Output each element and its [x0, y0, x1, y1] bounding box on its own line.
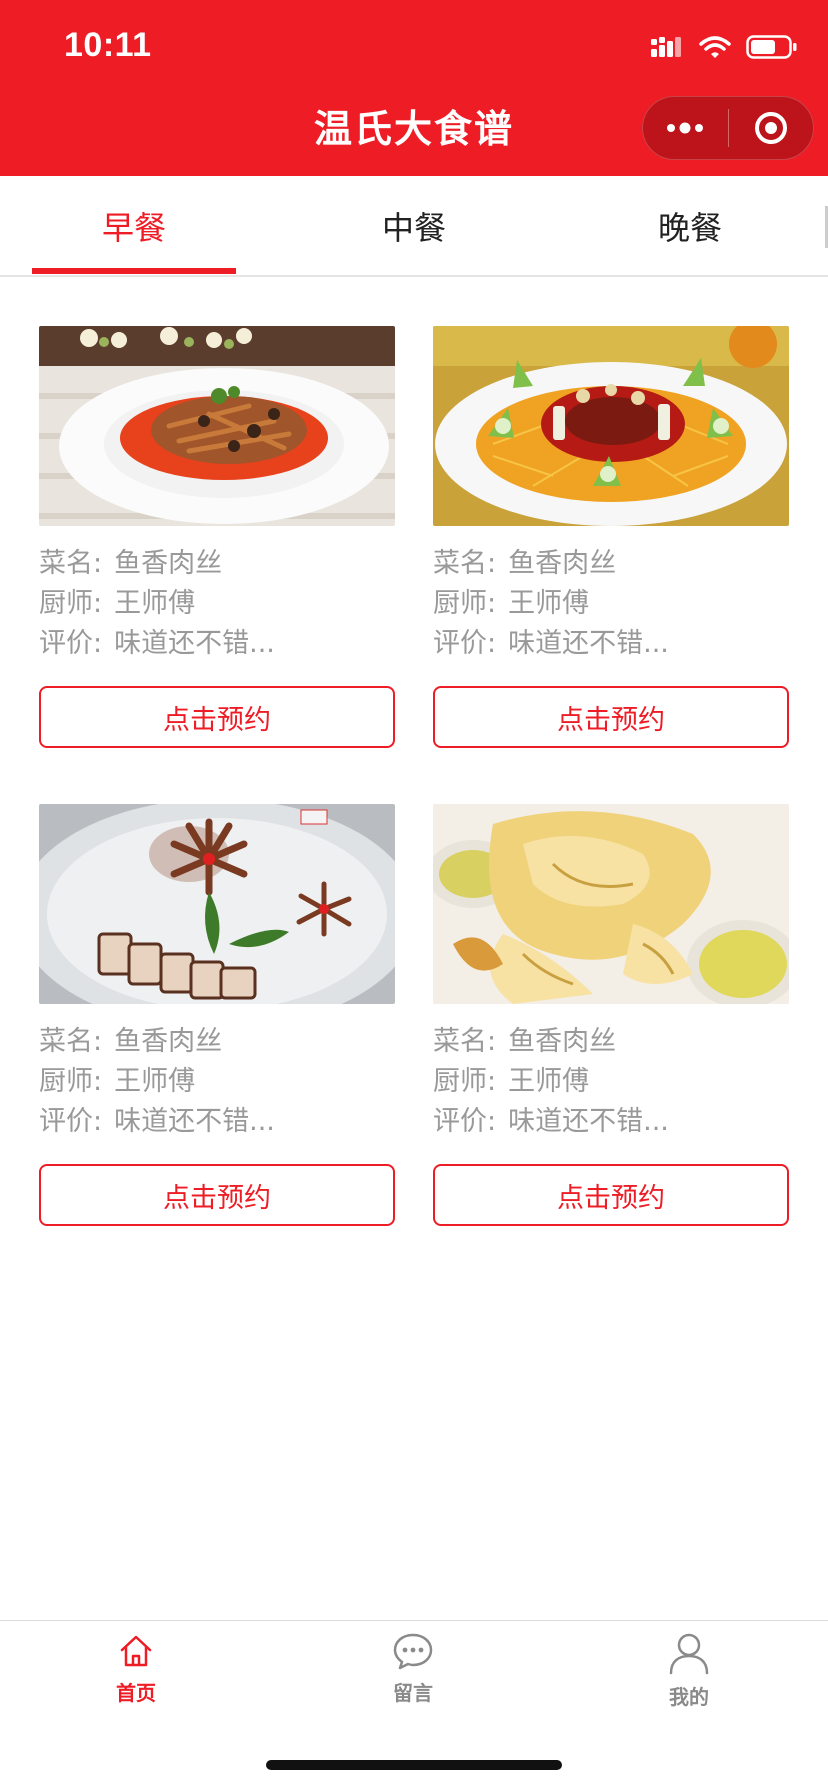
reserve-button[interactable]: 点击预约 [433, 686, 789, 748]
nav-header: 10:11 温氏大食谱 [0, 0, 828, 176]
home-icon [120, 1635, 152, 1667]
reserve-button[interactable]: 点击预约 [39, 1164, 395, 1226]
dish-photo [39, 804, 395, 1004]
rating-label: 评价: [39, 628, 103, 659]
tabbar-item-profile[interactable]: 我的 [629, 1631, 749, 1710]
rating-label: 评价: [433, 1106, 497, 1137]
dish-card: 菜名: 鱼香肉丝 厨师: 王师傅 评价: 味道还不错... 点击预约 [39, 326, 395, 748]
dish-info: 菜名: 鱼香肉丝 厨师: 王师傅 评价: 味道还不错... [39, 1022, 395, 1142]
rating-text: 味道还不错... [508, 628, 669, 659]
meal-tabs: 早餐 中餐 晚餐 [0, 176, 828, 277]
tab-dinner[interactable]: 晚餐 [588, 176, 792, 276]
dish-photo [433, 326, 789, 526]
dish-name-label: 菜名: [433, 1026, 497, 1057]
chef-name: 王师傅 [114, 588, 196, 619]
dish-info: 菜名: 鱼香肉丝 厨师: 王师傅 评价: 味道还不错... [433, 544, 789, 664]
chef-label: 厨师: [39, 588, 103, 619]
dish-card: 菜名: 鱼香肉丝 厨师: 王师傅 评价: 味道还不错... 点击预约 [433, 804, 789, 1226]
tabbar-item-home[interactable]: 首页 [76, 1631, 196, 1706]
signal-icon [651, 37, 681, 57]
dish-card: 菜名: 鱼香肉丝 厨师: 王师傅 评价: 味道还不错... 点击预约 [433, 326, 789, 748]
more-dots-icon [667, 122, 704, 134]
chef-name: 王师傅 [508, 1066, 590, 1097]
home-indicator [266, 1760, 562, 1770]
rating-text: 味道还不错... [508, 1106, 669, 1137]
tabbar-label: 留言 [393, 1681, 433, 1705]
rating-label: 评价: [433, 628, 497, 659]
active-tab-indicator [32, 268, 236, 274]
dish-name: 鱼香肉丝 [114, 548, 223, 579]
close-button[interactable] [729, 96, 814, 160]
chef-label: 厨师: [433, 1066, 497, 1097]
tabbar-item-message[interactable]: 留言 [353, 1631, 473, 1706]
dish-info: 菜名: 鱼香肉丝 厨师: 王师傅 评价: 味道还不错... [39, 544, 395, 664]
status-icons [650, 34, 798, 60]
wifi-icon [699, 36, 731, 58]
tab-breakfast[interactable]: 早餐 [32, 176, 236, 276]
user-icon [669, 1633, 709, 1675]
dish-name-label: 菜名: [433, 548, 497, 579]
chef-label: 厨师: [39, 1066, 103, 1097]
dish-name: 鱼香肉丝 [508, 548, 617, 579]
tab-lunch[interactable]: 中餐 [312, 176, 516, 276]
mini-program-capsule [642, 96, 814, 160]
chef-label: 厨师: [433, 588, 497, 619]
dish-photo [39, 326, 395, 526]
target-close-icon [754, 112, 787, 144]
battery-icon [746, 35, 797, 59]
dish-photo [433, 804, 789, 1004]
more-button[interactable] [643, 96, 728, 160]
dish-card: 菜名: 鱼香肉丝 厨师: 王师傅 评价: 味道还不错... 点击预约 [39, 804, 395, 1226]
status-time: 10:11 [64, 26, 152, 64]
chef-name: 王师傅 [114, 1066, 196, 1097]
dish-name-label: 菜名: [39, 1026, 103, 1057]
dish-name: 鱼香肉丝 [114, 1026, 223, 1057]
dish-name: 鱼香肉丝 [508, 1026, 617, 1057]
rating-label: 评价: [39, 1106, 103, 1137]
reserve-button[interactable]: 点击预约 [433, 1164, 789, 1226]
reserve-button[interactable]: 点击预约 [39, 686, 395, 748]
dish-name-label: 菜名: [39, 548, 103, 579]
chef-name: 王师傅 [508, 588, 590, 619]
rating-text: 味道还不错... [114, 628, 275, 659]
tabbar-label: 首页 [116, 1681, 156, 1705]
message-icon [393, 1633, 433, 1670]
tabbar-label: 我的 [669, 1685, 709, 1709]
dish-info: 菜名: 鱼香肉丝 厨师: 王师傅 评价: 味道还不错... [433, 1022, 789, 1142]
rating-text: 味道还不错... [114, 1106, 275, 1137]
